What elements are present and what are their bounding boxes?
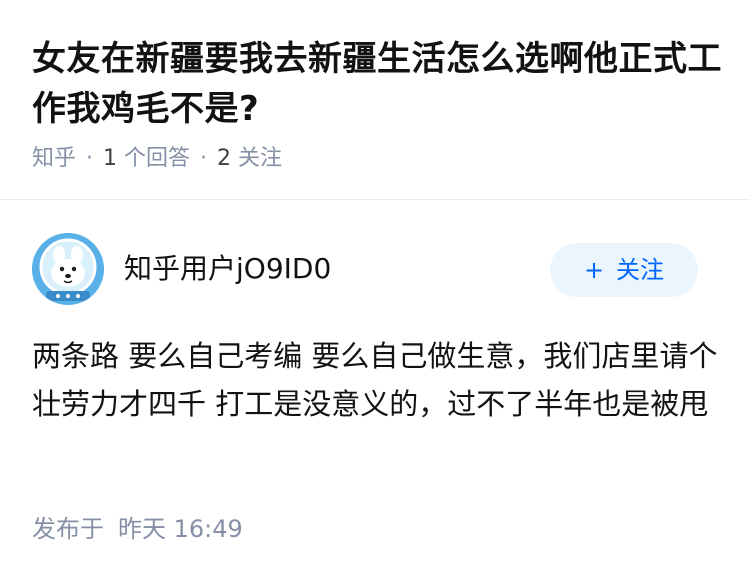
- source-label[interactable]: 知乎: [32, 146, 76, 171]
- follower-count[interactable]: 2: [217, 146, 231, 171]
- follower-count-label[interactable]: 关注: [238, 146, 282, 171]
- question-title[interactable]: 女友在新疆要我去新疆生活怎么选啊他正式工作我鸡毛不是?: [32, 34, 722, 134]
- answer-author-row: 知乎用户jO9ID0 + 关注: [32, 233, 718, 309]
- follow-button[interactable]: + 关注: [550, 243, 698, 297]
- answer-publish-time: 发布于 昨天 16:49: [32, 512, 243, 546]
- meta-separator: ·: [86, 146, 94, 171]
- published-label: 发布于: [32, 515, 104, 543]
- plus-icon: +: [583, 256, 605, 284]
- question-meta: 知乎 · 1 个回答 · 2 关注: [32, 143, 282, 175]
- avatar[interactable]: [32, 233, 104, 305]
- meta-separator: ·: [200, 146, 208, 171]
- page: 女友在新疆要我去新疆生活怎么选啊他正式工作我鸡毛不是? 知乎 · 1 个回答 · 2 关…: [0, 0, 750, 580]
- astronaut-dog-avatar-icon: [32, 233, 104, 305]
- answer-count[interactable]: 1: [103, 146, 117, 171]
- answer-count-label[interactable]: 个回答: [124, 146, 190, 171]
- follow-button-label: 关注: [616, 256, 665, 284]
- question-card: 女友在新疆要我去新疆生活怎么选啊他正式工作我鸡毛不是? 知乎 · 1 个回答 · 2 关…: [0, 0, 750, 200]
- published-time: 昨天 16:49: [118, 515, 243, 543]
- author-name[interactable]: 知乎用户jO9ID0: [124, 249, 331, 289]
- answer-content[interactable]: 两条路 要么自己考编 要么自己做生意，我们店里请个壮劳力才四千 打工是没意义的，…: [32, 332, 722, 428]
